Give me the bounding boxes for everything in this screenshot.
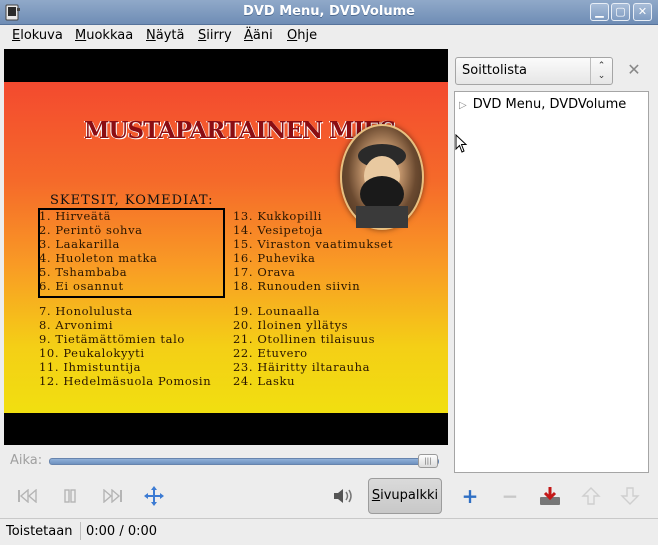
episode-item[interactable]: 13. Kukkopilli bbox=[233, 209, 322, 223]
menu-ohje[interactable]: Ohje bbox=[287, 28, 317, 43]
episode-item[interactable]: 12. Hedelmäsuola Pomosin bbox=[39, 374, 211, 388]
maximize-icon[interactable]: ▢ bbox=[611, 3, 630, 21]
move-up-icon[interactable] bbox=[579, 483, 603, 509]
fullscreen-icon[interactable] bbox=[140, 483, 168, 509]
previous-chapter-button[interactable] bbox=[14, 483, 42, 509]
sidebar-selector[interactable]: Soittolista ⌃ ⌄ bbox=[455, 57, 613, 85]
sidebar-toggle-button[interactable]: Sivupalkki bbox=[368, 478, 442, 514]
seek-slider-handle[interactable]: ||| bbox=[418, 454, 438, 468]
status-bar: Toistetaan 0:00 / 0:00 bbox=[0, 518, 658, 545]
playlist: ▷ DVD Menu, DVDVolume bbox=[454, 91, 649, 473]
playlist-item[interactable]: ▷ DVD Menu, DVDVolume bbox=[459, 97, 626, 112]
episode-item[interactable]: 17. Orava bbox=[233, 265, 295, 279]
menu-siirry[interactable]: Siirry bbox=[198, 28, 232, 43]
playback-time: 0:00 / 0:00 bbox=[86, 524, 158, 539]
episode-item[interactable]: 20. Iloinen yllätys bbox=[233, 318, 348, 332]
episode-item[interactable]: 9. Tietämättömien talo bbox=[39, 332, 185, 346]
status-separator bbox=[80, 522, 81, 540]
move-down-icon[interactable] bbox=[618, 483, 642, 509]
menu-nayta[interactable]: Näytä bbox=[146, 28, 184, 43]
episode-item[interactable]: 8. Arvonimi bbox=[39, 318, 113, 332]
menu-muokkaa[interactable]: Muokkaa bbox=[75, 28, 133, 43]
episode-item[interactable]: 19. Lounaalla bbox=[233, 304, 320, 318]
episode-item[interactable]: 23. Häiritty iltarauha bbox=[233, 360, 370, 374]
window-title: DVD Menu, DVDVolume bbox=[243, 4, 415, 19]
add-to-playlist-icon[interactable]: + bbox=[458, 483, 482, 509]
mouse-pointer-icon bbox=[455, 134, 468, 153]
episode-item[interactable]: 7. Honolulusta bbox=[39, 304, 133, 318]
episode-item[interactable]: 2. Perintö sohva bbox=[39, 223, 143, 237]
dvd-menu-frame: MUSTAPARTAINEN MIES SKETSIT, KOMEDIAT: 1… bbox=[4, 82, 448, 413]
menu-aani[interactable]: Ääni bbox=[244, 28, 273, 43]
episode-item[interactable]: 3. Laakarilla bbox=[39, 237, 120, 251]
combo-arrows-icon: ⌃ ⌄ bbox=[590, 58, 612, 84]
episode-item[interactable]: 11. Ihmistuntija bbox=[39, 360, 141, 374]
playback-state: Toistetaan bbox=[6, 524, 73, 539]
next-chapter-button[interactable] bbox=[98, 483, 126, 509]
pause-button[interactable] bbox=[56, 483, 84, 509]
save-playlist-icon[interactable] bbox=[538, 483, 562, 509]
episode-item[interactable]: 1. Hirveätä bbox=[39, 209, 111, 223]
volume-icon[interactable] bbox=[330, 483, 358, 509]
episode-item[interactable]: 22. Etuvero bbox=[233, 346, 308, 360]
remove-from-playlist-icon[interactable]: − bbox=[498, 483, 522, 509]
episode-item[interactable]: 5. Tshambaba bbox=[39, 265, 127, 279]
close-window-icon[interactable]: ✕ bbox=[633, 3, 652, 21]
episode-item[interactable]: 16. Puhevika bbox=[233, 251, 316, 265]
sidebar-selector-value: Soittolista bbox=[462, 63, 528, 78]
time-label: Aika: bbox=[10, 453, 43, 468]
portrait-image bbox=[340, 124, 424, 230]
episode-item[interactable]: 10. Peukalokyyti bbox=[39, 346, 145, 360]
seek-slider[interactable] bbox=[49, 458, 439, 465]
minimize-icon[interactable]: ▁ bbox=[590, 3, 609, 21]
episode-item[interactable]: 24. Lasku bbox=[233, 374, 295, 388]
menu-bar: Elokuva Muokkaa Näytä Siirry Ääni Ohje bbox=[0, 25, 658, 47]
playlist-item-label: DVD Menu, DVDVolume bbox=[472, 97, 627, 112]
section-heading: SKETSIT, KOMEDIAT: bbox=[50, 193, 214, 208]
video-display[interactable]: MUSTAPARTAINEN MIES SKETSIT, KOMEDIAT: 1… bbox=[4, 49, 448, 445]
close-sidebar-icon[interactable]: ✕ bbox=[625, 60, 643, 79]
episode-item[interactable]: 15. Viraston vaatimukset bbox=[233, 237, 393, 251]
title-bar: DVD Menu, DVDVolume ▁ ▢ ✕ bbox=[0, 0, 658, 25]
episode-item[interactable]: 14. Vesipetoja bbox=[233, 223, 323, 237]
expander-icon[interactable]: ▷ bbox=[459, 100, 467, 111]
episode-item[interactable]: 18. Runouden siivin bbox=[233, 279, 360, 293]
episode-item[interactable]: 21. Otollinen tilaisuus bbox=[233, 332, 375, 346]
menu-elokuva[interactable]: Elokuva bbox=[12, 28, 63, 43]
episode-item[interactable]: 6. Ei osannut bbox=[39, 279, 124, 293]
episode-item[interactable]: 4. Huoleton matka bbox=[39, 251, 157, 265]
